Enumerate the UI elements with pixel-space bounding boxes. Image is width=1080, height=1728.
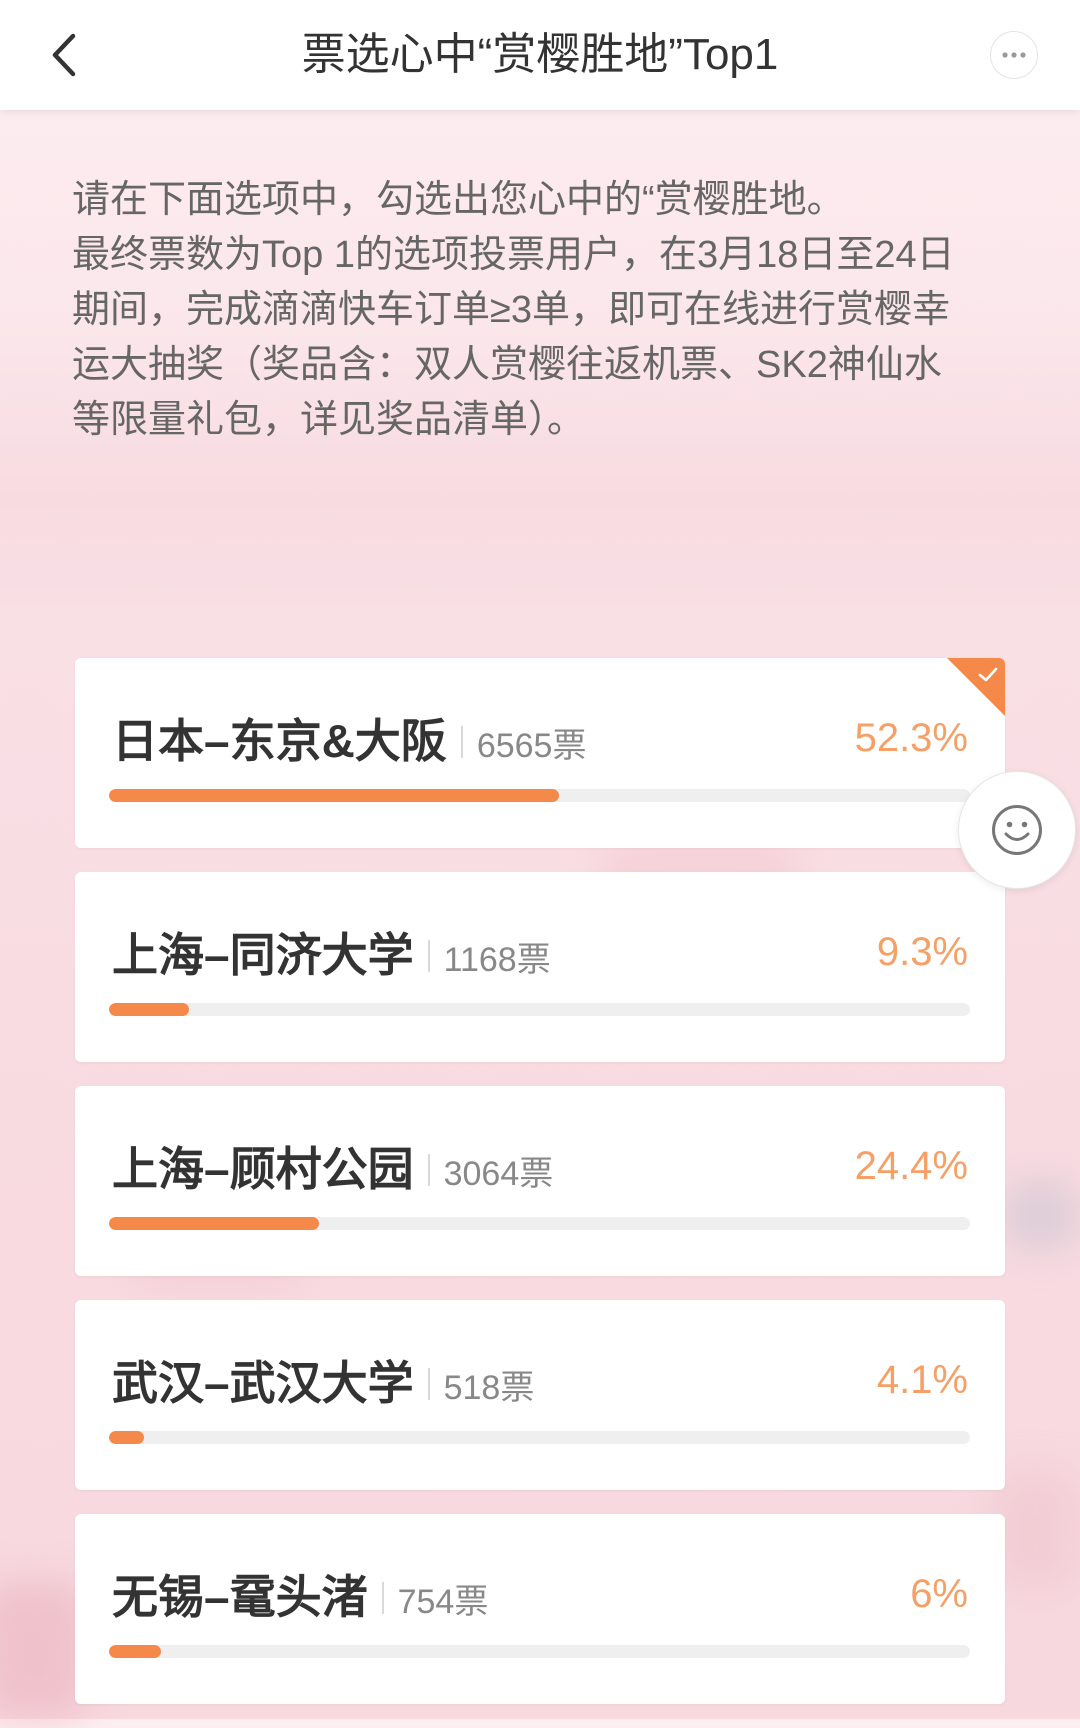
- description-line: 等限量礼包，详见奖品清单）。: [72, 399, 586, 441]
- vote-count-divider: [427, 1368, 430, 1400]
- emoji-feedback-button[interactable]: [958, 771, 1076, 889]
- progress-fill: [109, 789, 560, 802]
- option-percentage: 24.4%: [854, 1143, 968, 1188]
- progress-fill: [109, 1645, 161, 1658]
- description-line: 最终票数为Top 1的选项投票用户，在3月18日至24日: [72, 234, 955, 276]
- vote-option-card[interactable]: 无锡–鼋头渚 754票 6%: [75, 1514, 1005, 1704]
- option-name: 武汉–武汉大学: [112, 1357, 414, 1409]
- vote-count-divider: [381, 1582, 384, 1614]
- vote-option-card[interactable]: 武汉–武汉大学 518票 4.1%: [75, 1300, 1005, 1490]
- option-vote-count: 754票: [397, 1582, 489, 1621]
- option-header-row: 武汉–武汉大学 518票 4.1%: [112, 1350, 968, 1410]
- vote-options-list: 日本–东京&大阪 6565票 52.3% 上海–同济大学 1168票 9.3%: [75, 658, 1005, 1728]
- top-nav-bar: 票选心中“赏樱胜地”Top1: [0, 0, 1080, 110]
- progress-track: [109, 1431, 970, 1444]
- vote-count-divider: [427, 1154, 430, 1186]
- progress-track: [109, 1645, 970, 1658]
- checkmark-icon: [978, 667, 998, 682]
- vote-option-card[interactable]: 日本–东京&大阪 6565票 52.3%: [75, 658, 1005, 848]
- option-name: 日本–东京&大阪: [112, 715, 447, 767]
- option-percentage: 6%: [910, 1571, 968, 1616]
- more-options-button[interactable]: [990, 31, 1038, 79]
- background-blur-decoration: [1000, 1180, 1080, 1250]
- page-title: 票选心中“赏樱胜地”Top1: [301, 30, 779, 79]
- vote-option-card[interactable]: 上海–顾村公园 3064票 24.4%: [75, 1086, 1005, 1276]
- progress-fill: [109, 1431, 145, 1444]
- vote-option-card[interactable]: 上海–同济大学 1168票 9.3%: [75, 872, 1005, 1062]
- option-name: 上海–同济大学: [112, 929, 414, 981]
- option-header-row: 上海–顾村公园 3064票 24.4%: [112, 1136, 968, 1196]
- description-line: 期间，完成滴滴快车订单≥3单，即可在线进行赏樱幸: [72, 289, 950, 331]
- smiley-icon: [992, 805, 1042, 855]
- vote-count-divider: [460, 726, 463, 758]
- progress-fill: [109, 1003, 190, 1016]
- progress-track: [109, 789, 970, 802]
- vote-count-divider: [427, 940, 430, 972]
- progress-fill: [109, 1217, 320, 1230]
- option-vote-count: 6565票: [476, 726, 587, 765]
- progress-track: [109, 1217, 970, 1230]
- option-vote-count: 518票: [443, 1368, 535, 1407]
- option-percentage: 9.3%: [876, 929, 968, 974]
- option-vote-count: 1168票: [443, 940, 551, 979]
- progress-track: [109, 1003, 970, 1016]
- more-dots-icon: [1002, 52, 1026, 58]
- description-line: 运大抽奖（奖品含：双人赏樱往返机票、SK2神仙水: [72, 344, 942, 386]
- option-percentage: 4.1%: [876, 1357, 968, 1402]
- option-name: 上海–顾村公园: [112, 1143, 414, 1195]
- chevron-left-icon: [52, 33, 76, 77]
- option-name: 无锡–鼋头渚: [112, 1571, 368, 1623]
- option-vote-count: 3064票: [443, 1154, 554, 1193]
- vote-description: 请在下面选项中，勾选出您心中的“赏樱胜地。 最终票数为Top 1的选项投票用户，…: [72, 173, 1032, 448]
- back-button[interactable]: [40, 26, 88, 84]
- option-percentage: 52.3%: [854, 715, 968, 760]
- option-header-row: 日本–东京&大阪 6565票 52.3%: [112, 708, 968, 768]
- option-header-row: 上海–同济大学 1168票 9.3%: [112, 922, 968, 982]
- option-header-row: 无锡–鼋头渚 754票 6%: [112, 1564, 968, 1624]
- description-line: 请在下面选项中，勾选出您心中的“赏樱胜地。: [72, 179, 845, 221]
